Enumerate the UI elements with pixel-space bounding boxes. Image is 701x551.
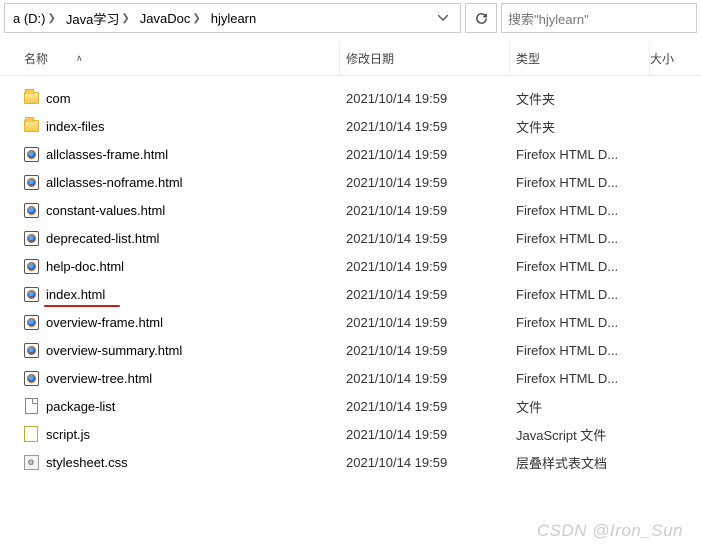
- ff-icon: [20, 343, 42, 358]
- file-date: 2021/10/14 19:59: [340, 175, 510, 190]
- file-row[interactable]: help-doc.html2021/10/14 19:59Firefox HTM…: [0, 252, 701, 280]
- ff-icon: [20, 147, 42, 162]
- file-type: Firefox HTML D...: [510, 231, 650, 246]
- file-row[interactable]: index.html2021/10/14 19:59Firefox HTML D…: [0, 280, 701, 308]
- file-name: deprecated-list.html: [42, 231, 340, 246]
- file-type: 文件夹: [510, 89, 650, 108]
- file-row[interactable]: constant-values.html2021/10/14 19:59Fire…: [0, 196, 701, 224]
- file-name: stylesheet.css: [42, 455, 340, 470]
- file-name: overview-summary.html: [42, 343, 340, 358]
- file-name: help-doc.html: [42, 259, 340, 274]
- file-row[interactable]: package-list2021/10/14 19:59文件: [0, 392, 701, 420]
- file-name: allclasses-frame.html: [42, 147, 340, 162]
- file-row[interactable]: overview-summary.html2021/10/14 19:59Fir…: [0, 336, 701, 364]
- file-row[interactable]: com2021/10/14 19:59文件夹: [0, 84, 701, 112]
- file-date: 2021/10/14 19:59: [340, 455, 510, 470]
- file-icon: [20, 398, 42, 414]
- file-list: com2021/10/14 19:59文件夹index-files2021/10…: [0, 84, 701, 476]
- file-type: Firefox HTML D...: [510, 147, 650, 162]
- ff-icon: [20, 259, 42, 274]
- chevron-right-icon: ❯: [46, 13, 58, 24]
- file-type: Firefox HTML D...: [510, 175, 650, 190]
- search-input[interactable]: 搜索"hjylearn": [501, 3, 697, 33]
- file-name: script.js: [42, 427, 340, 442]
- css-icon: [20, 455, 42, 470]
- file-row[interactable]: allclasses-noframe.html2021/10/14 19:59F…: [0, 168, 701, 196]
- file-row[interactable]: overview-frame.html2021/10/14 19:59Firef…: [0, 308, 701, 336]
- file-name: com: [42, 91, 340, 106]
- folder-icon: [20, 120, 42, 132]
- file-type: Firefox HTML D...: [510, 343, 650, 358]
- folder-icon: [20, 92, 42, 104]
- file-date: 2021/10/14 19:59: [340, 371, 510, 386]
- file-name: allclasses-noframe.html: [42, 175, 340, 190]
- file-name: index-files: [42, 119, 340, 134]
- watermark-text: CSDN @Iron_Sun: [537, 521, 683, 541]
- file-row[interactable]: index-files2021/10/14 19:59文件夹: [0, 112, 701, 140]
- file-date: 2021/10/14 19:59: [340, 119, 510, 134]
- search-placeholder: 搜索"hjylearn": [508, 9, 589, 28]
- file-row[interactable]: deprecated-list.html2021/10/14 19:59Fire…: [0, 224, 701, 252]
- file-date: 2021/10/14 19:59: [340, 147, 510, 162]
- sort-asc-icon: ∧: [76, 53, 83, 64]
- ff-icon: [20, 231, 42, 246]
- file-type: Firefox HTML D...: [510, 287, 650, 302]
- file-row[interactable]: stylesheet.css2021/10/14 19:59层叠样式表文档: [0, 448, 701, 476]
- file-type: 文件夹: [510, 117, 650, 136]
- ff-icon: [20, 287, 42, 302]
- file-date: 2021/10/14 19:59: [340, 315, 510, 330]
- file-type: Firefox HTML D...: [510, 203, 650, 218]
- header-name[interactable]: 名称 ∧: [0, 42, 340, 75]
- crumb-drive[interactable]: a (D:)❯: [9, 11, 62, 26]
- ff-icon: [20, 315, 42, 330]
- refresh-icon: [474, 11, 489, 26]
- file-row[interactable]: overview-tree.html2021/10/14 19:59Firefo…: [0, 364, 701, 392]
- file-date: 2021/10/14 19:59: [340, 287, 510, 302]
- file-date: 2021/10/14 19:59: [340, 203, 510, 218]
- header-type[interactable]: 类型: [510, 42, 650, 75]
- file-date: 2021/10/14 19:59: [340, 231, 510, 246]
- file-type: Firefox HTML D...: [510, 259, 650, 274]
- file-row[interactable]: script.js2021/10/14 19:59JavaScript 文件: [0, 420, 701, 448]
- file-name: overview-tree.html: [42, 371, 340, 386]
- file-date: 2021/10/14 19:59: [340, 259, 510, 274]
- ff-icon: [20, 371, 42, 386]
- refresh-button[interactable]: [465, 3, 497, 33]
- ff-icon: [20, 175, 42, 190]
- crumb-folder[interactable]: hjylearn: [207, 11, 261, 26]
- file-type: 层叠样式表文档: [510, 453, 650, 472]
- file-date: 2021/10/14 19:59: [340, 399, 510, 414]
- highlight-underline: [44, 305, 120, 307]
- crumb-folder[interactable]: Java学习❯: [62, 9, 136, 28]
- file-type: JavaScript 文件: [510, 425, 650, 444]
- history-dropdown-button[interactable]: [430, 4, 456, 32]
- chevron-right-icon: ❯: [119, 13, 131, 24]
- file-name: package-list: [42, 399, 340, 414]
- file-date: 2021/10/14 19:59: [340, 427, 510, 442]
- file-name: overview-frame.html: [42, 315, 340, 330]
- file-date: 2021/10/14 19:59: [340, 343, 510, 358]
- file-type: 文件: [510, 397, 650, 416]
- file-type: Firefox HTML D...: [510, 371, 650, 386]
- chevron-down-icon: [438, 15, 448, 21]
- file-row[interactable]: allclasses-frame.html2021/10/14 19:59Fir…: [0, 140, 701, 168]
- js-icon: [20, 426, 42, 442]
- column-headers: 名称 ∧ 修改日期 类型 大小: [0, 42, 701, 76]
- file-type: Firefox HTML D...: [510, 315, 650, 330]
- address-toolbar: a (D:)❯ Java学习❯ JavaDoc❯ hjylearn 搜索"hjy…: [0, 0, 701, 36]
- ff-icon: [20, 203, 42, 218]
- file-date: 2021/10/14 19:59: [340, 91, 510, 106]
- file-name: index.html: [42, 287, 340, 302]
- breadcrumb[interactable]: a (D:)❯ Java学习❯ JavaDoc❯ hjylearn: [4, 3, 461, 33]
- chevron-right-icon: ❯: [190, 13, 202, 24]
- header-size[interactable]: 大小: [650, 42, 692, 75]
- header-date[interactable]: 修改日期: [340, 42, 510, 75]
- crumb-folder[interactable]: JavaDoc❯: [136, 11, 207, 26]
- file-name: constant-values.html: [42, 203, 340, 218]
